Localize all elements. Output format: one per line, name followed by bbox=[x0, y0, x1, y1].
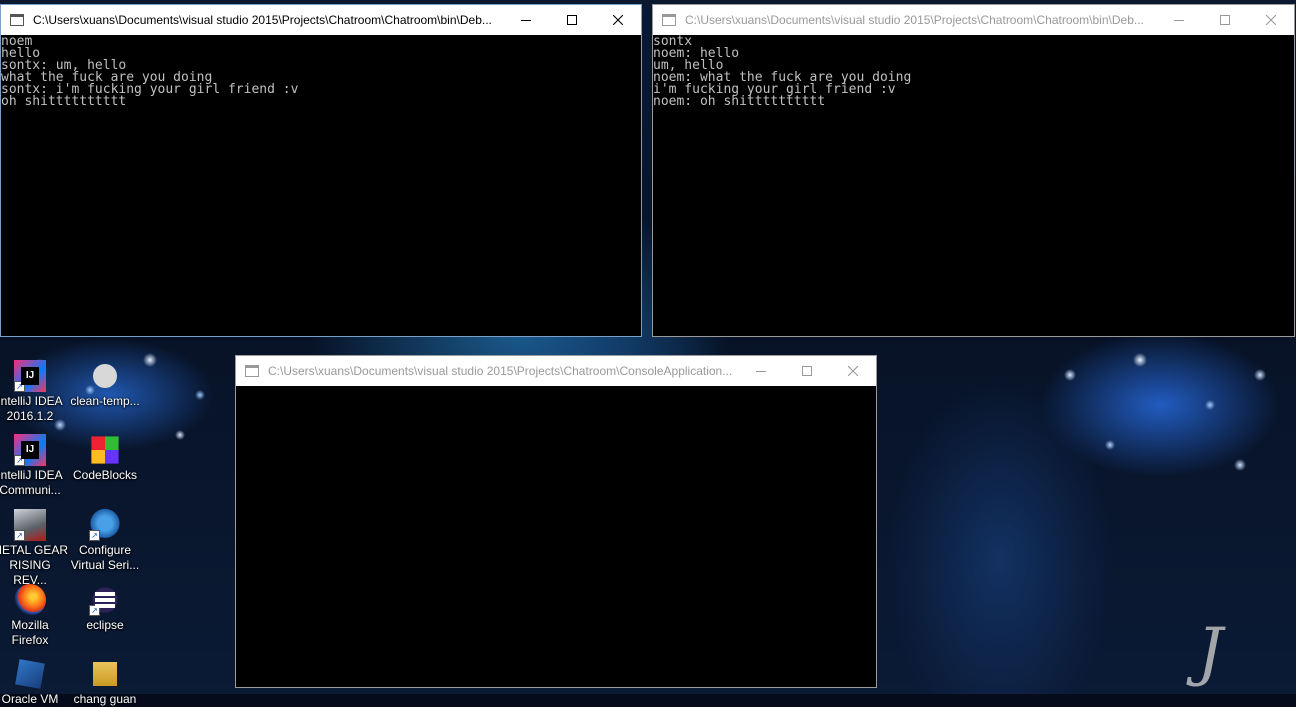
close-button[interactable] bbox=[595, 5, 641, 35]
window-title: C:\Users\xuans\Documents\visual studio 2… bbox=[685, 13, 1144, 27]
close-button[interactable] bbox=[1248, 5, 1294, 35]
console-line: noem: oh shitttttttttt bbox=[653, 94, 826, 109]
close-icon bbox=[848, 366, 858, 376]
desktop-icon-chang-guan[interactable]: chang guan bbox=[67, 658, 143, 707]
console-line: sontx bbox=[653, 34, 693, 49]
minimize-button[interactable] bbox=[738, 356, 784, 386]
window-title: C:\Users\xuans\Documents\visual studio 2… bbox=[33, 13, 492, 27]
close-button[interactable] bbox=[830, 356, 876, 386]
console-app-icon bbox=[245, 365, 259, 377]
close-icon bbox=[613, 15, 623, 25]
console-line: noem bbox=[1, 34, 33, 49]
codeblocks-icon bbox=[91, 436, 119, 464]
desktop-icon-clean-temp[interactable]: clean-temp... bbox=[67, 360, 143, 409]
desktop-icon-configure-virtual-serial[interactable]: ↗ Configure Virtual Seri... bbox=[67, 509, 143, 573]
desktop-icon-codeblocks[interactable]: CodeBlocks bbox=[67, 434, 143, 483]
window-titlebar[interactable]: C:\Users\xuans\Documents\visual studio 2… bbox=[653, 5, 1294, 35]
maximize-button[interactable] bbox=[784, 356, 830, 386]
desktop-icon-label: IntelliJ IDEA Communi... bbox=[0, 468, 63, 497]
console-line: noem: hello bbox=[653, 46, 740, 61]
console-output[interactable] bbox=[236, 386, 876, 687]
desktop-icon-eclipse[interactable]: ↗ eclipse bbox=[67, 584, 143, 633]
window-titlebar[interactable]: C:\Users\xuans\Documents\visual studio 2… bbox=[236, 356, 876, 386]
minimize-icon bbox=[756, 371, 766, 372]
desktop-icon-label: CodeBlocks bbox=[72, 468, 138, 482]
minimize-icon bbox=[521, 20, 531, 21]
desktop-icon-label: IntelliJ IDEA 2016.1.2 bbox=[0, 394, 63, 423]
folder-icon bbox=[93, 662, 117, 686]
maximize-icon bbox=[802, 366, 812, 376]
close-icon bbox=[1266, 15, 1276, 25]
eclipse-icon: ↗ bbox=[89, 584, 121, 616]
maximize-button[interactable] bbox=[549, 5, 595, 35]
maximize-icon bbox=[1220, 15, 1230, 25]
console-output[interactable]: sontx noem: hello um, hello noem: what t… bbox=[653, 35, 1294, 336]
wallpaper-bokeh-right bbox=[1020, 335, 1296, 505]
minimize-icon bbox=[1174, 20, 1184, 21]
console-app-icon bbox=[662, 14, 676, 26]
desktop-icon-label: Mozilla Firefox bbox=[11, 618, 49, 647]
console-line: oh shitttttttttt bbox=[1, 94, 127, 109]
window-title: C:\Users\xuans\Documents\visual studio 2… bbox=[268, 364, 733, 378]
desktop-icon-label: clean-temp... bbox=[70, 394, 140, 408]
window-titlebar[interactable]: C:\Users\xuans\Documents\visual studio 2… bbox=[1, 5, 641, 35]
virtualbox-icon bbox=[15, 659, 45, 689]
console-window-server[interactable]: C:\Users\xuans\Documents\visual studio 2… bbox=[235, 355, 877, 688]
console-app-icon bbox=[10, 14, 24, 26]
desktop-icon-label: Configure Virtual Seri... bbox=[70, 543, 140, 572]
intellij-icon: ↗ bbox=[14, 434, 46, 466]
desktop-icon-label: Oracle VM bbox=[1, 692, 59, 706]
desktop-icon-intellij-ultimate[interactable]: ↗ IntelliJ IDEA 2016.1.2 bbox=[0, 360, 68, 424]
desktop-icon-oracle-vm[interactable]: Oracle VM bbox=[0, 658, 68, 707]
console-window-client-sontx[interactable]: C:\Users\xuans\Documents\visual studio 2… bbox=[652, 4, 1295, 337]
console-window-client-noem[interactable]: C:\Users\xuans\Documents\visual studio 2… bbox=[0, 4, 642, 337]
intellij-icon: ↗ bbox=[14, 360, 46, 392]
desktop-icon-label: METAL GEAR RISING REV... bbox=[0, 543, 69, 587]
firefox-icon bbox=[14, 584, 46, 616]
console-output[interactable]: noem hello sontx: um, hello what the fuc… bbox=[1, 35, 641, 336]
desktop-icon-label: eclipse bbox=[86, 618, 124, 632]
maximize-icon bbox=[567, 15, 577, 25]
metal-gear-icon: ↗ bbox=[14, 509, 46, 541]
desktop-icon-label: chang guan bbox=[73, 692, 137, 706]
desktop-icon-metal-gear[interactable]: ↗ METAL GEAR RISING REV... bbox=[0, 509, 68, 588]
wallpaper-signature-mark: J bbox=[1197, 615, 1223, 689]
minimize-button[interactable] bbox=[503, 5, 549, 35]
virtual-serial-icon: ↗ bbox=[89, 509, 121, 541]
desktop-icon-intellij-community[interactable]: ↗ IntelliJ IDEA Communi... bbox=[0, 434, 68, 498]
gears-icon bbox=[93, 364, 117, 388]
minimize-button[interactable] bbox=[1156, 5, 1202, 35]
desktop-icon-firefox[interactable]: Mozilla Firefox bbox=[0, 584, 68, 648]
maximize-button[interactable] bbox=[1202, 5, 1248, 35]
